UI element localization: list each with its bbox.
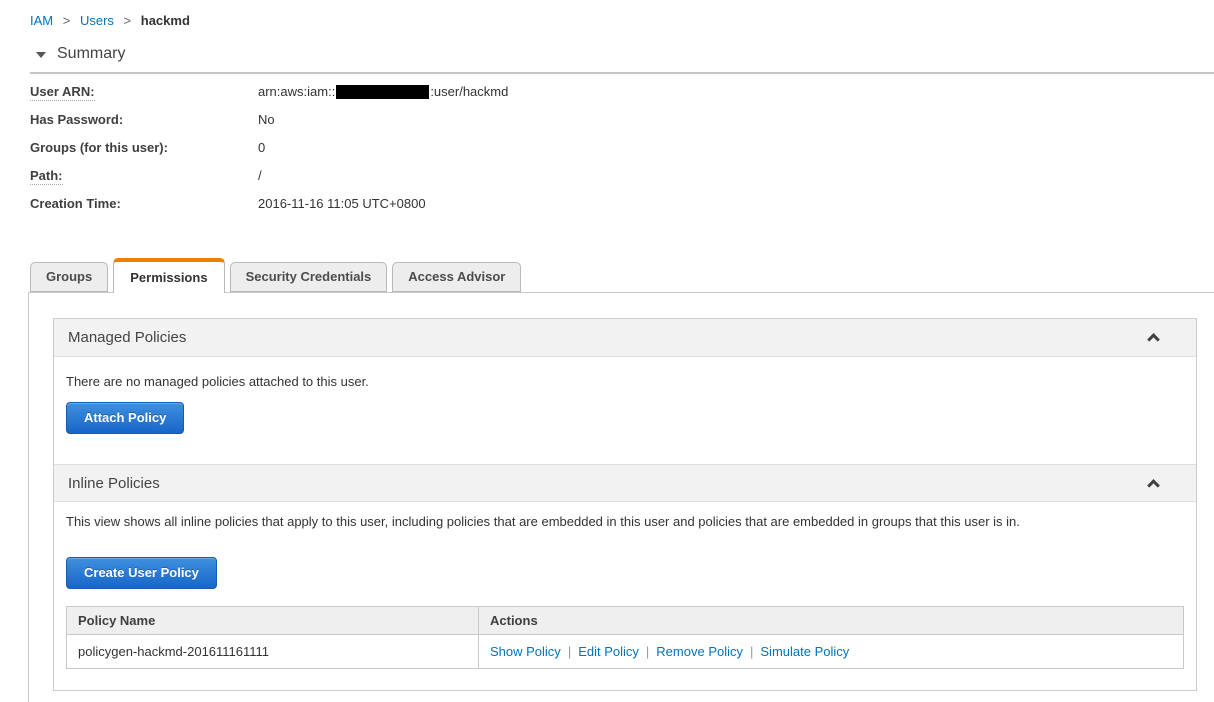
inline-policies-header[interactable]: Inline Policies	[54, 464, 1196, 502]
managed-policies-header[interactable]: Managed Policies	[54, 319, 1196, 357]
managed-policies-title: Managed Policies	[68, 329, 187, 346]
redacted-account-id	[336, 84, 430, 99]
summary-fields: User ARN: arn:aws:iam:::user/hackmd Has …	[30, 84, 508, 224]
summary-row-creation-time: Creation Time: 2016-11-16 11:05 UTC+0800	[30, 196, 508, 224]
table-header-row: Policy Name Actions	[66, 606, 1184, 635]
breadcrumb-separator: >	[62, 13, 71, 28]
path-label: Path:	[30, 168, 63, 185]
policy-name-cell: policygen-hackmd-201611161111	[66, 634, 479, 669]
breadcrumb-link-users[interactable]: Users	[80, 13, 114, 28]
tab-bar: Groups Permissions Security Credentials …	[30, 258, 522, 293]
simulate-policy-link[interactable]: Simulate Policy	[760, 644, 849, 659]
summary-row-path: Path: /	[30, 168, 508, 196]
actions-separator: |	[645, 644, 650, 659]
tab-permissions[interactable]: Permissions	[113, 258, 225, 293]
collapse-triangle-icon[interactable]	[36, 52, 46, 58]
inline-policies-table: Policy Name Actions policygen-hackmd-201…	[66, 606, 1184, 669]
arn-suffix: :user/hackmd	[430, 84, 509, 99]
tab-security-credentials[interactable]: Security Credentials	[229, 262, 388, 292]
actions-separator: |	[750, 644, 754, 659]
has-password-label: Has Password:	[30, 112, 124, 127]
groups-value: 0	[258, 140, 266, 155]
has-password-value: No	[258, 112, 275, 127]
breadcrumb: IAM > Users > hackmd	[30, 13, 190, 28]
remove-policy-link[interactable]: Remove Policy	[656, 644, 743, 659]
arn-prefix: arn:aws:iam::	[258, 84, 336, 99]
chevron-up-icon[interactable]	[1147, 333, 1160, 346]
user-arn-label: User ARN:	[30, 84, 95, 101]
inline-policies-body: This view shows all inline policies that…	[54, 502, 1196, 690]
tab-access-advisor[interactable]: Access Advisor	[392, 262, 522, 292]
actions-separator: |	[567, 644, 572, 659]
edit-policy-link[interactable]: Edit Policy	[578, 644, 639, 659]
iam-user-detail-page: IAM > Users > hackmd Summary User ARN: a…	[0, 0, 1214, 702]
show-policy-link[interactable]: Show Policy	[490, 644, 561, 659]
summary-row-user-arn: User ARN: arn:aws:iam:::user/hackmd	[30, 84, 508, 112]
creation-time-value: 2016-11-16 11:05 UTC+0800	[258, 196, 426, 211]
managed-policies-body: There are no managed policies attached t…	[54, 357, 1196, 464]
managed-policies-empty-text: There are no managed policies attached t…	[66, 374, 369, 389]
inline-policies-title: Inline Policies	[68, 474, 160, 492]
summary-section-header[interactable]: Summary	[30, 45, 1214, 74]
summary-row-has-password: Has Password: No	[30, 112, 508, 140]
creation-time-label: Creation Time:	[30, 196, 121, 211]
path-value: /	[258, 168, 262, 183]
table-row: policygen-hackmd-201611161111 Show Polic…	[66, 634, 1184, 669]
create-user-policy-button[interactable]: Create User Policy	[66, 557, 217, 589]
tab-groups[interactable]: Groups	[30, 262, 109, 292]
breadcrumb-link-iam[interactable]: IAM	[30, 13, 53, 28]
policy-sections: Managed Policies There are no managed po…	[53, 318, 1197, 691]
column-header-actions: Actions	[478, 606, 1184, 635]
breadcrumb-current-user: hackmd	[140, 13, 190, 28]
inline-policies-description: This view shows all inline policies that…	[66, 514, 1020, 529]
user-arn-value: arn:aws:iam:::user/hackmd	[258, 84, 508, 101]
column-header-policy-name: Policy Name	[66, 606, 479, 635]
groups-label: Groups (for this user):	[30, 140, 168, 155]
breadcrumb-separator: >	[123, 13, 132, 28]
attach-policy-button[interactable]: Attach Policy	[66, 402, 185, 434]
chevron-up-icon[interactable]	[1147, 478, 1160, 492]
summary-row-groups: Groups (for this user): 0	[30, 140, 508, 168]
summary-title: Summary	[57, 45, 126, 62]
policy-actions-cell: Show Policy | Edit Policy | Remove Policy | Si…	[478, 634, 1184, 669]
